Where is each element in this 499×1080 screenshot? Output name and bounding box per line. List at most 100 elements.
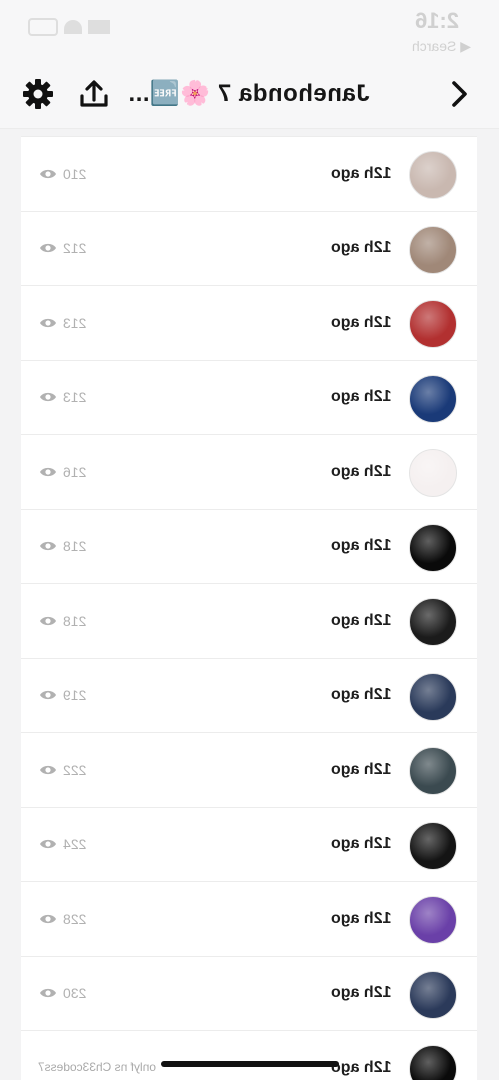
story-thumbnail[interactable] (409, 225, 457, 274)
signal-icon (88, 20, 110, 34)
upload-icon[interactable] (76, 76, 112, 112)
story-thumbnail[interactable] (409, 896, 457, 944)
view-count: 222 (39, 733, 86, 807)
story-thumbnail[interactable] (409, 672, 457, 721)
story-thumbnail[interactable] (409, 300, 457, 348)
list-item[interactable]: 218 12h ago (21, 584, 477, 659)
list-item[interactable]: 222 12h ago (21, 733, 477, 808)
story-thumbnail[interactable] (409, 523, 457, 572)
view-count-number: 222 (63, 761, 87, 778)
time-ago: 12h ago (331, 361, 391, 435)
time-ago-label: 12h ago (330, 835, 391, 853)
view-count-number: 228 (63, 910, 87, 927)
time-ago-label: 12h ago (330, 164, 391, 182)
view-count-number: 230 (63, 985, 87, 1002)
view-count: 228 (39, 882, 86, 956)
view-count-number: 218 (63, 538, 87, 555)
time-ago-label: 12h ago (330, 239, 391, 257)
story-views-list[interactable]: 210 12h ago 212 12h ago 213 12h ago 213 12h ago… (21, 136, 477, 1080)
time-ago: 12h ago (331, 808, 391, 882)
view-count: 210 (39, 137, 86, 211)
time-ago: 12h ago (331, 510, 391, 584)
time-ago-label: 12h ago (330, 313, 391, 331)
list-item[interactable]: 212 12h ago (21, 211, 477, 286)
list-item[interactable]: 228 12h ago (21, 882, 477, 957)
list-item[interactable]: 218 12h ago (21, 509, 477, 584)
time-ago: 12h ago (331, 286, 391, 360)
back-to-search-link[interactable]: ◀ Search (412, 38, 471, 55)
story-thumbnail[interactable] (409, 747, 457, 795)
time-ago-label: 12h ago (330, 984, 391, 1002)
time-ago-label: 12h ago (330, 760, 391, 778)
status-time: 2:16 (414, 8, 459, 33)
chevron-right-icon[interactable] (441, 76, 477, 112)
story-thumbnail[interactable] (409, 821, 457, 870)
status-icons (28, 14, 112, 40)
time-ago-label: 12h ago (330, 1058, 391, 1076)
page-title: Janehonda 7 🌸🆓... (128, 80, 370, 107)
list-item[interactable]: 219 12h ago (21, 658, 477, 733)
page-header: Janehonda 7 🌸🆓... (0, 62, 499, 129)
status-bar: 2:16 ◀ Search (0, 0, 499, 62)
story-thumbnail[interactable] (409, 1045, 457, 1080)
wifi-icon (64, 20, 82, 34)
time-ago-label: 12h ago (330, 611, 391, 629)
time-ago-label: 12h ago (330, 909, 391, 927)
time-ago: 12h ago (331, 882, 391, 956)
view-count: 219 (39, 659, 86, 733)
list-item[interactable]: 213 12h ago (21, 360, 477, 435)
eye-icon (40, 393, 56, 402)
time-ago: 12h ago (331, 435, 391, 509)
view-count: 224 (39, 808, 86, 882)
eye-icon (40, 318, 56, 327)
eye-icon (40, 542, 56, 551)
view-count-number: 218 (63, 612, 87, 629)
eye-icon (40, 691, 56, 700)
eye-icon (40, 467, 56, 476)
eye-icon (40, 914, 56, 923)
eye-icon (40, 244, 56, 253)
list-item[interactable]: 216 12h ago (21, 435, 477, 510)
view-count: 212 (39, 212, 86, 286)
view-count: 213 (39, 361, 86, 435)
view-count-number: 219 (63, 687, 87, 704)
view-count-number: 213 (63, 314, 87, 331)
story-thumbnail[interactable] (409, 374, 457, 423)
view-count: 230 (39, 957, 86, 1031)
eye-icon (40, 616, 56, 625)
time-ago-label: 12h ago (330, 537, 391, 555)
view-count: 216 (39, 435, 86, 509)
list-item[interactable]: 224 12h ago (21, 807, 477, 882)
time-ago: 12h ago (331, 137, 391, 211)
home-indicator[interactable] (161, 1061, 339, 1067)
time-ago-label: 12h ago (330, 388, 391, 406)
view-count-number: 212 (63, 240, 87, 257)
time-ago: 12h ago (331, 1031, 391, 1080)
eye-icon (40, 169, 56, 178)
view-count: 218 (39, 584, 86, 658)
battery-icon (28, 18, 58, 36)
story-thumbnail[interactable] (409, 598, 457, 646)
story-thumbnail[interactable] (409, 970, 457, 1019)
view-count-number: 213 (63, 389, 87, 406)
list-item[interactable]: 213 12h ago (21, 286, 477, 361)
view-count: 213 (39, 286, 86, 360)
time-ago: 12h ago (331, 659, 391, 733)
eye-icon (40, 840, 56, 849)
story-thumbnail[interactable] (409, 449, 457, 497)
eye-icon (40, 765, 56, 774)
gear-icon[interactable] (20, 76, 56, 112)
list-item[interactable]: 230 12h ago (21, 956, 477, 1031)
list-item[interactable]: 210 12h ago (21, 136, 477, 212)
view-count-number: 216 (63, 463, 87, 480)
story-thumbnail[interactable] (409, 151, 457, 199)
time-ago-label: 12h ago (330, 462, 391, 480)
time-ago: 12h ago (331, 957, 391, 1031)
time-ago: 12h ago (331, 733, 391, 807)
eye-icon (40, 989, 56, 998)
time-ago: 12h ago (331, 212, 391, 286)
time-ago: 12h ago (331, 584, 391, 658)
view-count: 218 (39, 510, 86, 584)
view-count-number: 224 (63, 836, 87, 853)
view-count-number: 210 (63, 165, 87, 182)
